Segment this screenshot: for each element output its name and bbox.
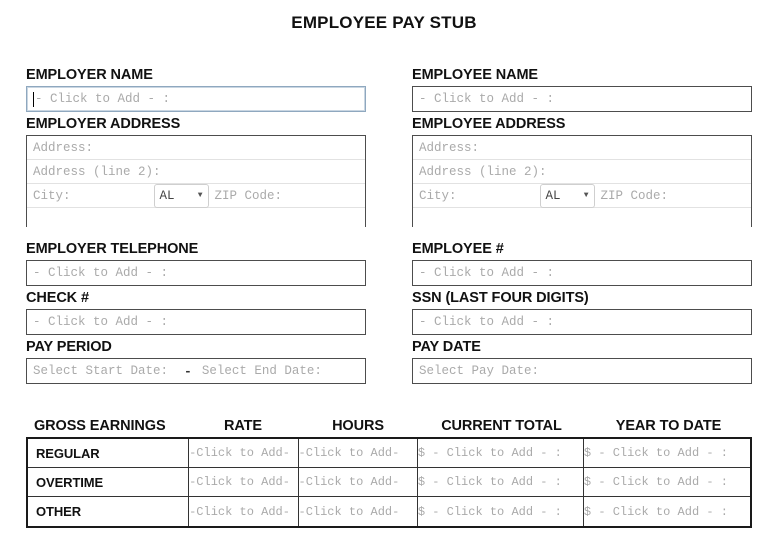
- employer-name-placeholder: - Click to Add - :: [35, 92, 171, 106]
- employee-number-input[interactable]: - Click to Add - :: [412, 260, 752, 286]
- earnings-ytd-input[interactable]: $ - Click to Add - :: [584, 505, 750, 519]
- employer-state-value: AL: [159, 188, 175, 203]
- employee-name-label: EMPLOYEE NAME: [412, 67, 538, 83]
- employee-address-line1-input[interactable]: Address:: [413, 136, 751, 160]
- table-row: REGULAR -Click to Add- -Click to Add- $ …: [28, 439, 750, 468]
- pay-period-start-input[interactable]: Select Start Date:: [33, 364, 168, 378]
- earnings-rate-input[interactable]: -Click to Add-: [189, 446, 297, 460]
- gross-earnings-section: GROSS EARNINGS RATE HOURS CURRENT TOTAL …: [26, 412, 752, 528]
- pay-date-placeholder: Select Pay Date:: [419, 364, 540, 378]
- employee-number-placeholder: - Click to Add - :: [419, 266, 555, 280]
- employee-address-line2-placeholder: Address (line 2):: [419, 164, 547, 179]
- earnings-ytd-input[interactable]: $ - Click to Add - :: [584, 446, 750, 460]
- pay-date-input[interactable]: Select Pay Date:: [412, 358, 752, 384]
- employer-address-line1-placeholder: Address:: [33, 140, 94, 155]
- pay-period-label: PAY PERIOD: [26, 339, 112, 355]
- earnings-table: REGULAR -Click to Add- -Click to Add- $ …: [26, 437, 752, 528]
- employee-address-line2-input[interactable]: Address (line 2):: [413, 160, 751, 184]
- employer-address-line2-input[interactable]: Address (line 2):: [27, 160, 365, 184]
- employee-city-placeholder: City:: [419, 188, 457, 203]
- earnings-header-hours: HOURS: [332, 418, 384, 434]
- earnings-header-gross: GROSS EARNINGS: [34, 418, 166, 434]
- employer-address-city-row: City: AL ▼ ZIP Code:: [27, 183, 366, 208]
- employer-state-select[interactable]: AL ▼: [153, 183, 209, 208]
- earnings-row-label: REGULAR: [36, 445, 100, 461]
- chevron-down-icon: ▼: [583, 190, 589, 200]
- employee-state-value: AL: [545, 188, 561, 203]
- earnings-current-total-input[interactable]: $ - Click to Add - :: [418, 505, 583, 519]
- chevron-down-icon: ▼: [197, 190, 203, 200]
- table-row: OVERTIME -Click to Add- -Click to Add- $…: [28, 468, 750, 497]
- earnings-header-current: CURRENT TOTAL: [441, 418, 562, 434]
- pay-date-label: PAY DATE: [412, 339, 481, 355]
- earnings-rate-input[interactable]: -Click to Add-: [189, 505, 297, 519]
- employer-telephone-input[interactable]: - Click to Add - :: [26, 260, 366, 286]
- ssn-placeholder: - Click to Add - :: [419, 315, 555, 329]
- pay-period-row: Select Start Date: - Select End Date:: [26, 358, 366, 384]
- employer-name-input[interactable]: - Click to Add - :: [26, 86, 366, 112]
- page-title: EMPLOYEE PAY STUB: [291, 13, 477, 32]
- employer-address-label: EMPLOYER ADDRESS: [26, 116, 181, 132]
- employer-city-input[interactable]: City:: [27, 184, 154, 207]
- earnings-current-total-input[interactable]: $ - Click to Add - :: [418, 446, 583, 460]
- check-number-label: CHECK #: [26, 290, 89, 306]
- check-number-input[interactable]: - Click to Add - :: [26, 309, 366, 335]
- employer-address-line2-placeholder: Address (line 2):: [33, 164, 161, 179]
- employer-telephone-placeholder: - Click to Add - :: [33, 266, 169, 280]
- employer-telephone-label: EMPLOYER TELEPHONE: [26, 241, 199, 257]
- employer-address-line1-input[interactable]: Address:: [27, 136, 365, 160]
- earnings-row-label: OVERTIME: [36, 474, 104, 490]
- text-caret: [33, 91, 34, 107]
- earnings-header-ytd: YEAR TO DATE: [615, 418, 722, 434]
- employer-zip-input[interactable]: ZIP Code:: [209, 184, 366, 207]
- table-row: OTHER -Click to Add- -Click to Add- $ - …: [28, 497, 750, 526]
- pay-stub-form: EMPLOYEE PAY STUB EMPLOYER NAME - Click …: [0, 0, 768, 543]
- pay-period-separator: -: [184, 363, 192, 379]
- employee-number-label: EMPLOYEE #: [412, 241, 504, 257]
- earnings-ytd-input[interactable]: $ - Click to Add - :: [584, 475, 750, 489]
- employee-zip-input[interactable]: ZIP Code:: [595, 184, 752, 207]
- employer-city-placeholder: City:: [33, 188, 71, 203]
- ssn-label: SSN (LAST FOUR DIGITS): [412, 290, 589, 306]
- employee-city-input[interactable]: City:: [413, 184, 540, 207]
- earnings-row-label: OTHER: [36, 504, 82, 519]
- employee-address-label: EMPLOYEE ADDRESS: [412, 116, 566, 132]
- employee-state-select[interactable]: AL ▼: [539, 183, 595, 208]
- check-number-placeholder: - Click to Add - :: [33, 315, 169, 329]
- earnings-header-row: GROSS EARNINGS RATE HOURS CURRENT TOTAL …: [26, 412, 752, 434]
- earnings-hours-input[interactable]: -Click to Add-: [299, 446, 417, 460]
- employee-name-placeholder: - Click to Add - :: [419, 92, 555, 106]
- earnings-header-rate: RATE: [224, 418, 262, 434]
- employer-address-box: Address: Address (line 2): City: AL ▼ ZI…: [26, 135, 366, 298]
- employer-zip-placeholder: ZIP Code:: [214, 188, 283, 203]
- employee-name-input[interactable]: - Click to Add - :: [412, 86, 752, 112]
- employee-address-box: Address: Address (line 2): City: AL ▼ ZI…: [412, 135, 752, 298]
- employee-address-line1-placeholder: Address:: [419, 140, 480, 155]
- employer-name-label: EMPLOYER NAME: [26, 67, 153, 83]
- earnings-current-total-input[interactable]: $ - Click to Add - :: [418, 475, 583, 489]
- earnings-hours-input[interactable]: -Click to Add-: [299, 505, 417, 519]
- earnings-rate-input[interactable]: -Click to Add-: [189, 475, 297, 489]
- ssn-input[interactable]: - Click to Add - :: [412, 309, 752, 335]
- employee-zip-placeholder: ZIP Code:: [600, 188, 669, 203]
- employee-address-city-row: City: AL ▼ ZIP Code:: [413, 183, 752, 208]
- pay-period-end-input[interactable]: Select End Date:: [202, 364, 359, 378]
- earnings-hours-input[interactable]: -Click to Add-: [299, 475, 417, 489]
